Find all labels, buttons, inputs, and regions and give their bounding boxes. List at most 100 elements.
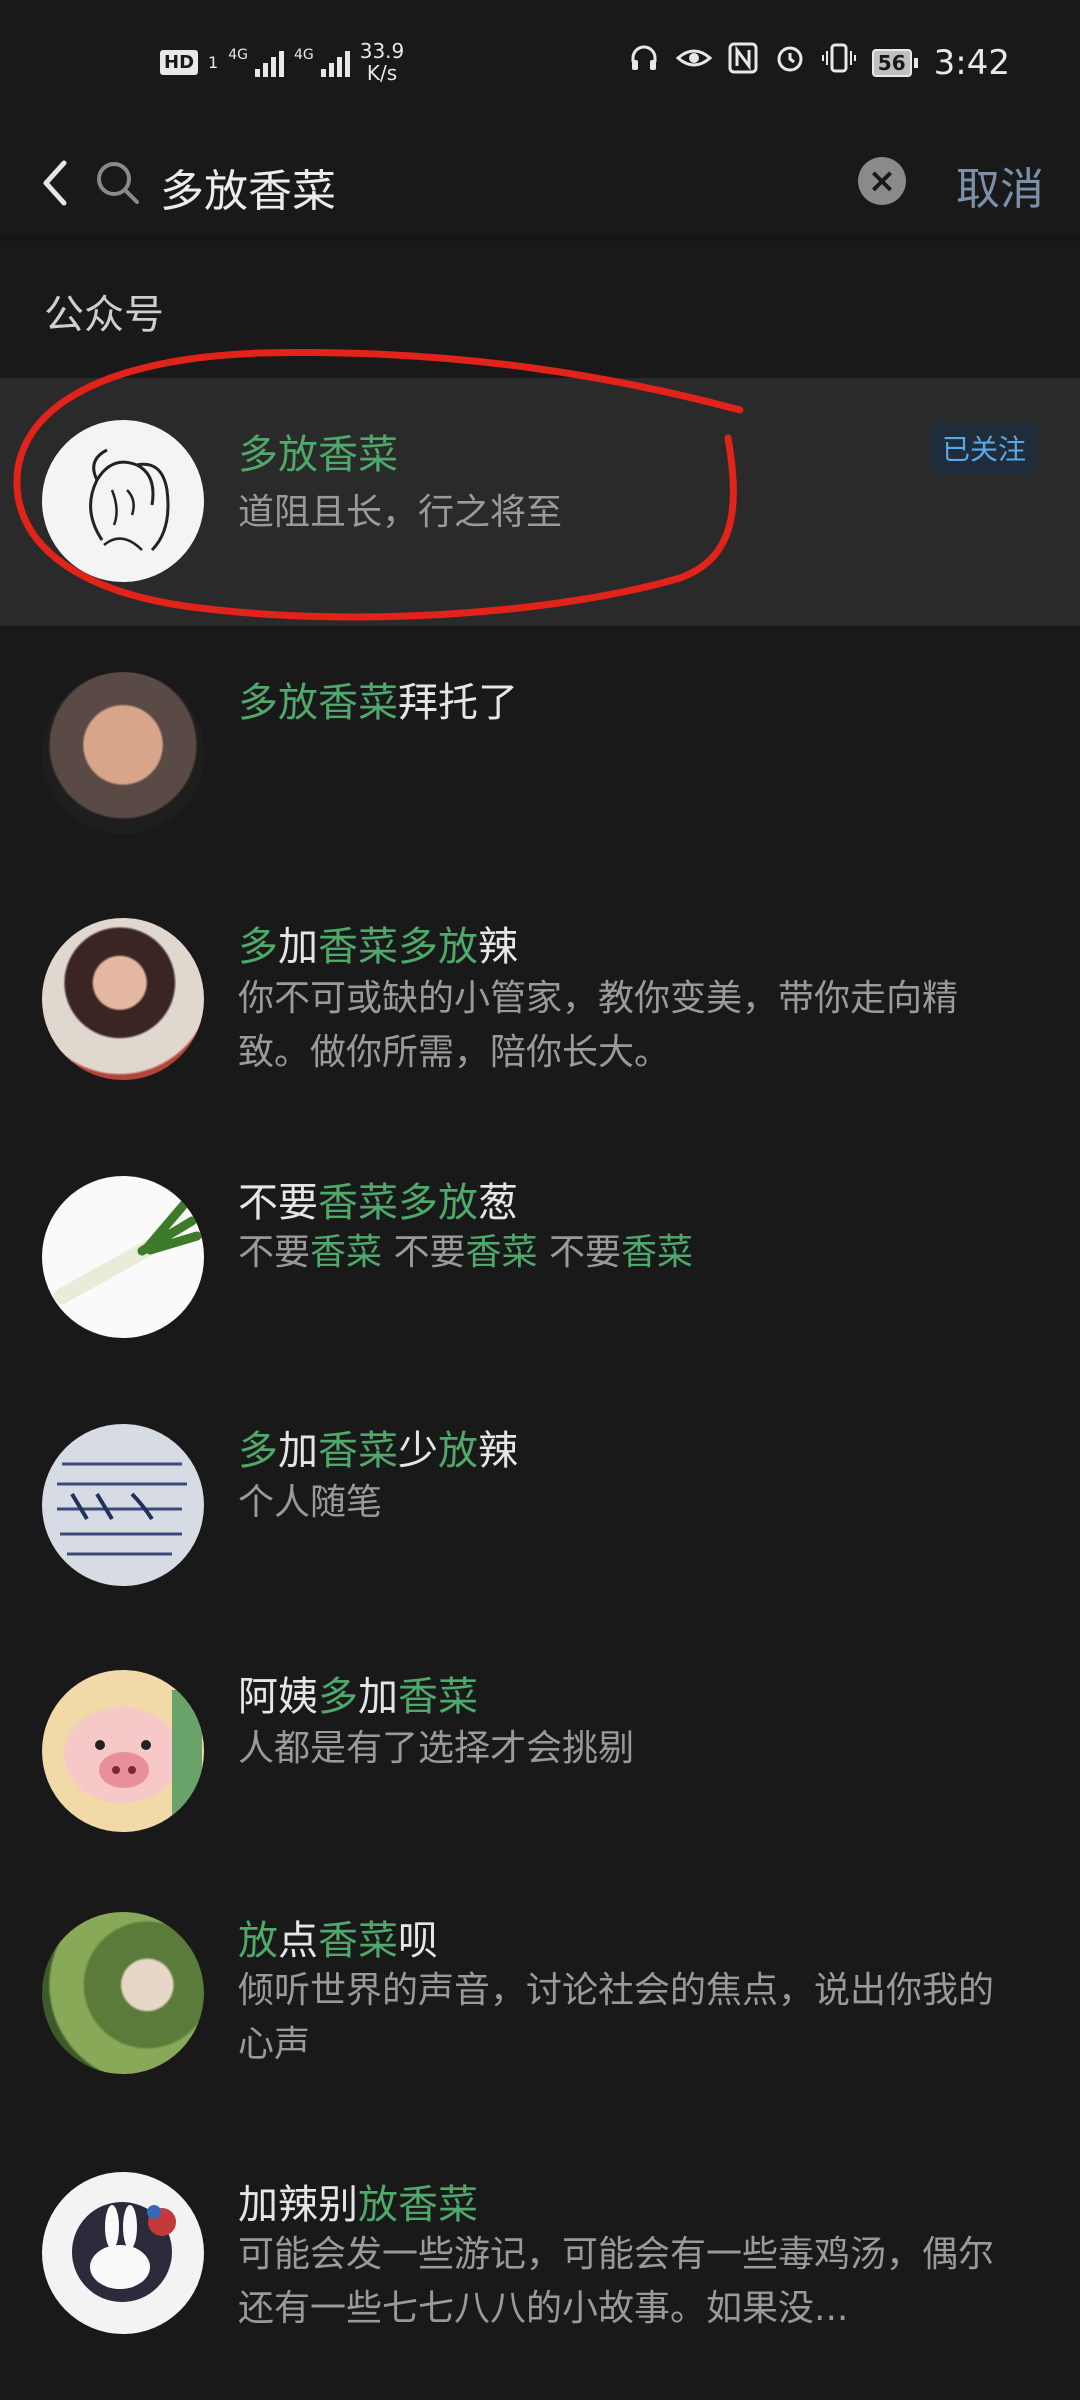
desc-text: 不要 bbox=[238, 1232, 311, 1273]
search-icon bbox=[92, 157, 144, 209]
battery-level: 56 bbox=[871, 48, 912, 77]
result-title: 加辣别放香菜 bbox=[238, 2172, 478, 2230]
title-keyword: 香菜 bbox=[318, 924, 398, 970]
alarm-icon bbox=[774, 42, 806, 83]
title-text: 加辣别 bbox=[238, 2182, 358, 2228]
network-speed: 33.9 K/s bbox=[360, 40, 405, 84]
title-text: 辣 bbox=[478, 1428, 518, 1474]
cancel-button[interactable]: 取消 bbox=[956, 153, 1044, 217]
search-input[interactable]: 多放香菜 bbox=[160, 155, 336, 219]
desc-text: 倾听世界的声音，讨论社会的焦点，说出你我的心声 bbox=[238, 1970, 995, 2065]
section-title: 公众号 bbox=[44, 292, 164, 338]
result-desc: 道阻且长，行之将至 bbox=[238, 486, 1028, 540]
avatar-girl-flowers bbox=[42, 1912, 204, 2074]
desc-text: 人都是有了选择才会挑剔 bbox=[238, 1728, 635, 1769]
headphone-icon bbox=[628, 42, 660, 83]
speed-unit: K/s bbox=[366, 61, 398, 85]
title-keyword: 多放香菜 bbox=[238, 680, 398, 726]
result-title: 多放香菜 bbox=[238, 422, 398, 480]
title-keyword: 多 bbox=[238, 1428, 278, 1474]
status-left: HD 1 4G 4G 33.9 K/s bbox=[160, 40, 404, 84]
speed-value: 33.9 bbox=[359, 39, 405, 63]
desc-keyword: 香菜 bbox=[465, 1232, 538, 1273]
followed-badge: 已关注 bbox=[929, 422, 1038, 474]
avatar-scallion bbox=[42, 1176, 204, 1338]
title-keyword: 多放香菜 bbox=[238, 432, 398, 478]
signal-icon-2: 4G bbox=[294, 47, 350, 77]
title-text: 加 bbox=[278, 924, 318, 970]
desc-text: 个人随笔 bbox=[238, 1482, 383, 1523]
result-desc: 个人随笔 bbox=[238, 1476, 1028, 1530]
avatar-handwriting-card bbox=[42, 1424, 204, 1586]
network-type-1: 4G bbox=[228, 47, 248, 63]
network-type-2: 4G bbox=[293, 47, 314, 63]
title-text: 加 bbox=[278, 1428, 318, 1474]
result-title: 多加香菜多放辣 bbox=[238, 914, 518, 972]
result-title: 多放香菜拜托了 bbox=[238, 670, 518, 728]
avatar-rabbit-illustration bbox=[42, 2172, 204, 2334]
battery-icon: 56 bbox=[871, 48, 918, 77]
result-row[interactable]: 多放香菜拜托了 bbox=[0, 626, 1080, 872]
avatar-man-photo bbox=[42, 672, 204, 834]
title-keyword: 放 bbox=[238, 1918, 278, 1964]
avatar-girl-sketch bbox=[42, 420, 204, 582]
desc-keyword: 香菜 bbox=[310, 1232, 383, 1273]
avatar-pig-cartoon bbox=[42, 1670, 204, 1832]
desc-text: 你不可或缺的小管家，教你变美，带你走向精致。做你所需，陪你长大。 bbox=[238, 978, 959, 1073]
title-text: 呗 bbox=[398, 1918, 438, 1964]
title-keyword: 香菜 bbox=[398, 1674, 478, 1720]
title-text: 加 bbox=[358, 1674, 398, 1720]
title-text: 点 bbox=[278, 1918, 318, 1964]
title-text: 辣 bbox=[478, 924, 518, 970]
title-keyword: 香菜 bbox=[318, 1180, 398, 1226]
title-text: 拜托了 bbox=[398, 680, 518, 726]
result-row[interactable]: 多加香菜少放辣 个人随笔 bbox=[0, 1364, 1080, 1610]
result-row[interactable]: 多加香菜多放辣 你不可或缺的小管家，教你变美，带你走向精致。做你所需，陪你长大。 bbox=[0, 872, 1080, 1118]
title-keyword: 香菜 bbox=[318, 1428, 398, 1474]
title-text: 少 bbox=[398, 1428, 438, 1474]
avatar-woman-photo bbox=[42, 918, 204, 1080]
result-desc: 人都是有了选择才会挑剔 bbox=[238, 1722, 1028, 1776]
signal-icon-1: 4G bbox=[228, 47, 284, 77]
result-row[interactable]: 多放香菜 道阻且长，行之将至 已关注 bbox=[0, 378, 1080, 626]
result-desc: 不要香菜 不要香菜 不要香菜 bbox=[238, 1226, 1028, 1280]
result-row[interactable]: 不要香菜多放葱 不要香菜 不要香菜 不要香菜 bbox=[0, 1118, 1080, 1364]
title-text: 葱 bbox=[478, 1180, 518, 1226]
desc-text: 不要 bbox=[382, 1232, 466, 1273]
title-keyword: 多 bbox=[318, 1674, 358, 1720]
status-right: 56 3:42 bbox=[628, 42, 1010, 83]
result-desc: 你不可或缺的小管家，教你变美，带你走向精致。做你所需，陪你长大。 bbox=[238, 972, 1028, 1080]
title-keyword: 多放 bbox=[398, 924, 478, 970]
title-keyword: 放香菜 bbox=[358, 2182, 478, 2228]
result-row[interactable]: 阿姨多加香菜 人都是有了选择才会挑剔 bbox=[0, 1610, 1080, 1856]
result-row[interactable]: 加辣别放香菜 可能会发一些游记，可能会有一些毒鸡汤，偶尔还有一些七七八八的小故事… bbox=[0, 2102, 1080, 2400]
desc-text: 可能会发一些游记，可能会有一些毒鸡汤，偶尔还有一些七七八八的小故事。如果没... bbox=[238, 2234, 995, 2329]
search-bar: 多放香菜 × 取消 bbox=[0, 135, 1080, 235]
desc-text: 道阻且长，行之将至 bbox=[238, 492, 563, 533]
back-arrow-icon[interactable] bbox=[34, 153, 74, 213]
header-divider bbox=[0, 235, 1080, 241]
result-row[interactable]: 放点香菜呗 倾听世界的声音，讨论社会的焦点，说出你我的心声 bbox=[0, 1856, 1080, 2102]
desc-text: 不要 bbox=[537, 1232, 621, 1273]
result-desc: 倾听世界的声音，讨论社会的焦点，说出你我的心声 bbox=[238, 1964, 1028, 2072]
result-desc: 可能会发一些游记，可能会有一些毒鸡汤，偶尔还有一些七七八八的小故事。如果没... bbox=[238, 2228, 1028, 2336]
title-text: 不要 bbox=[238, 1180, 318, 1226]
title-text: 阿姨 bbox=[238, 1674, 318, 1720]
result-title: 放点香菜呗 bbox=[238, 1908, 438, 1966]
result-title: 不要香菜多放葱 bbox=[238, 1170, 518, 1228]
nfc-icon bbox=[728, 42, 758, 83]
result-title: 多加香菜少放辣 bbox=[238, 1418, 518, 1476]
title-keyword: 放 bbox=[438, 1428, 478, 1474]
vibrate-icon bbox=[821, 42, 856, 83]
clear-icon[interactable]: × bbox=[858, 157, 906, 205]
sim-number: 1 bbox=[208, 52, 219, 72]
title-keyword: 多放 bbox=[398, 1180, 478, 1226]
result-title: 阿姨多加香菜 bbox=[238, 1664, 478, 1722]
title-keyword: 多 bbox=[238, 924, 278, 970]
clock: 3:42 bbox=[933, 42, 1010, 83]
desc-keyword: 香菜 bbox=[620, 1232, 693, 1273]
status-bar: HD 1 4G 4G 33.9 K/s 56 3:42 bbox=[0, 0, 1080, 135]
title-keyword: 香菜 bbox=[318, 1918, 398, 1964]
eye-icon bbox=[675, 42, 713, 83]
hd-badge: HD bbox=[160, 49, 199, 75]
